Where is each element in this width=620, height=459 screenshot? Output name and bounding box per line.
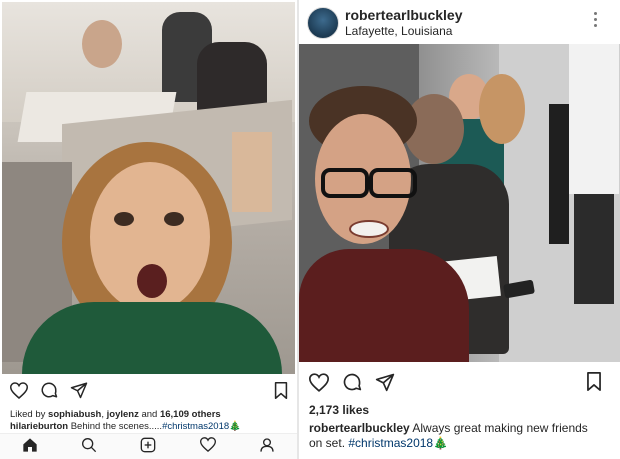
likes-count[interactable]: 2,173 likes (309, 403, 369, 417)
bookmark-icon[interactable] (274, 382, 288, 399)
heart-icon[interactable] (10, 381, 28, 399)
post-username[interactable]: robertearlbuckley (345, 7, 463, 23)
likes-count[interactable]: 16,109 others (160, 409, 221, 420)
right-caption-line1: robertearlbuckley Always great making ne… (309, 421, 588, 435)
left-caption: hilarieburton Behind the scenes.....#chr… (10, 420, 241, 434)
left-post: Liked by sophiabush, joylenz and 16,109 … (0, 0, 297, 459)
comment-icon[interactable] (342, 372, 362, 392)
caption-text-end: on set. (309, 436, 346, 450)
liked-by-user-1[interactable]: sophiabush (48, 409, 101, 420)
send-icon[interactable] (70, 381, 88, 399)
caption-text: Always great making new friends (412, 421, 588, 435)
liked-by-user-2[interactable]: joylenz (107, 409, 139, 420)
right-action-bar (309, 372, 395, 392)
heart-icon[interactable] (309, 372, 329, 392)
bottom-navigation (0, 433, 297, 459)
caption-hashtag[interactable]: #christmas2018 (348, 436, 433, 450)
comment-icon[interactable] (40, 381, 58, 399)
bookmark-icon[interactable] (586, 372, 602, 391)
activity-heart-icon[interactable] (199, 437, 216, 457)
left-action-bar (10, 381, 88, 399)
caption-username[interactable]: hilarieburton (10, 421, 68, 432)
likes-and: and (141, 409, 158, 420)
more-options-icon[interactable] (594, 12, 598, 30)
tree-emoji: 🎄 (433, 436, 449, 450)
avatar[interactable] (307, 7, 339, 39)
likes-prefix: Liked by (10, 409, 46, 420)
add-post-icon[interactable] (140, 437, 156, 458)
send-icon[interactable] (375, 372, 395, 392)
right-post: robertearlbuckley Lafayette, Louisiana 2… (299, 0, 620, 459)
caption-username[interactable]: robertearlbuckley (309, 421, 410, 435)
right-post-photo[interactable] (299, 44, 620, 362)
tree-emoji: 🎄 (229, 421, 241, 432)
caption-text: Behind the scenes..... (70, 421, 163, 432)
profile-icon[interactable] (259, 437, 275, 458)
post-location[interactable]: Lafayette, Louisiana (345, 24, 452, 38)
caption-hashtag[interactable]: #christmas2018 (162, 421, 229, 432)
home-icon[interactable] (22, 437, 38, 458)
right-caption-line2: on set. #christmas2018🎄 (309, 436, 448, 450)
search-icon[interactable] (81, 437, 97, 458)
left-post-photo[interactable] (2, 2, 295, 374)
